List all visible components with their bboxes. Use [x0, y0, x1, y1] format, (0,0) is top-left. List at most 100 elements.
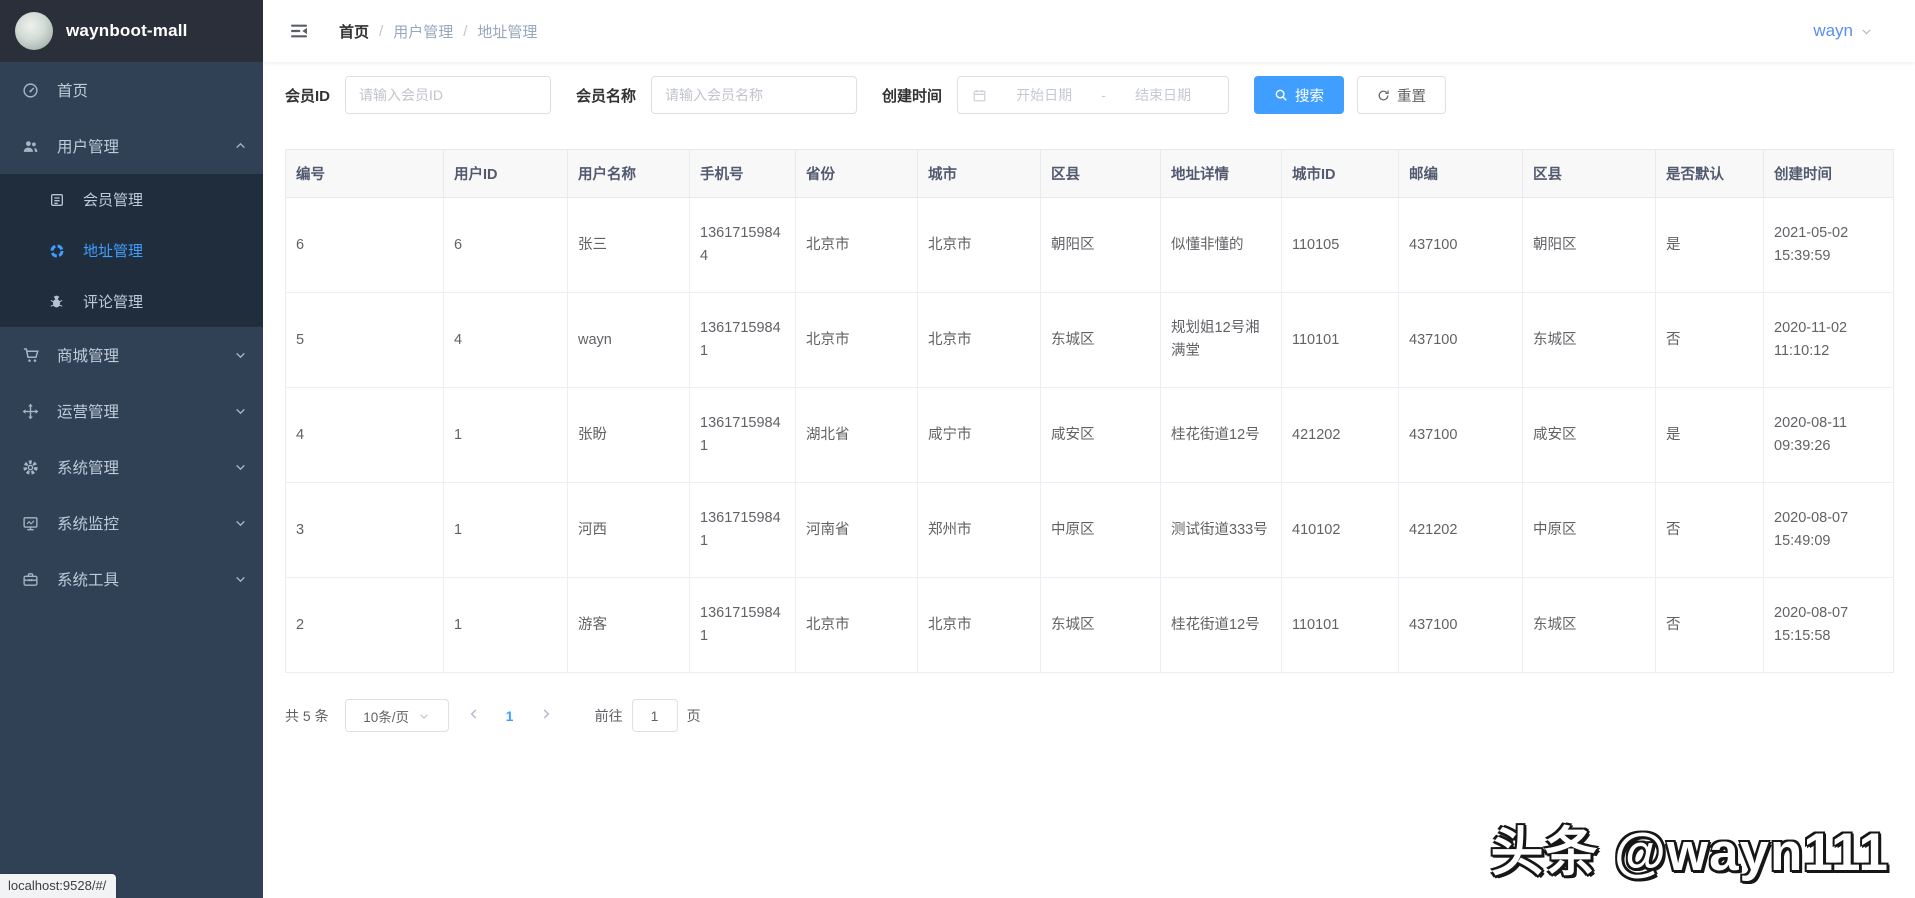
cell-is-default: 否	[1655, 482, 1764, 578]
cell-phone: 13617159841	[689, 292, 796, 388]
address-table-container: 编号 用户ID 用户名称 手机号 省份 城市 区县 地址详情 城市ID 邮编 区县 是否默认 创建时间 6…	[285, 149, 1894, 673]
page-size-select[interactable]: 10条/页	[344, 699, 449, 732]
column-header-is-default: 是否默认	[1655, 149, 1764, 198]
chevron-down-icon	[1860, 25, 1873, 38]
cell-no: 5	[285, 292, 444, 388]
cell-phone: 13617159844	[689, 197, 796, 293]
cell-user-name: 张盼	[567, 387, 690, 483]
cell-district: 东城区	[1040, 292, 1161, 388]
cell-is-default: 否	[1655, 292, 1764, 388]
breadcrumb-level2: 地址管理	[477, 23, 538, 41]
column-header-address-detail: 地址详情	[1160, 149, 1282, 198]
cell-city-id: 110105	[1281, 197, 1399, 293]
cell-user-name: wayn	[567, 292, 690, 388]
breadcrumb-separator: /	[379, 22, 384, 40]
watermark: 头条 @wayn111	[1490, 823, 1889, 882]
member-id-input[interactable]	[345, 76, 552, 114]
cell-province: 北京市	[795, 197, 918, 293]
chevron-down-icon	[234, 517, 247, 530]
table-row: 4 1 张盼 13617159841 湖北省 咸宁市 咸安区 桂花街道12号 421202 437…	[285, 387, 1894, 483]
submenu-user-mgmt: 会员管理地址管理评论管理	[0, 174, 263, 327]
table-row: 3 1 河西 13617159841 河南省 郑州市 中原区 测试街道333号 410102 42…	[285, 482, 1894, 578]
cell-user-id: 1	[443, 387, 568, 483]
reset-button-label: 重置	[1397, 88, 1427, 105]
pagination-total: 共 5 条	[285, 707, 329, 724]
cell-user-name: 张三	[567, 197, 690, 293]
breadcrumb-home[interactable]: 首页	[339, 21, 369, 42]
cell-district-2: 朝阳区	[1522, 197, 1656, 293]
page-number-1[interactable]: 1	[499, 708, 521, 724]
cell-created-at: 2020-08-11 09:39:26	[1763, 387, 1894, 483]
user-dropdown[interactable]: wayn	[1813, 0, 1873, 62]
search-button[interactable]: 搜索	[1254, 76, 1345, 114]
column-header-city-id: 城市ID	[1281, 149, 1399, 198]
end-date-placeholder: 结束日期	[1134, 87, 1191, 103]
sidebar-item-system-mgmt[interactable]: 系统管理	[0, 439, 263, 495]
component-icon	[47, 241, 66, 260]
cell-province: 北京市	[795, 292, 918, 388]
reset-button[interactable]: 重置	[1357, 76, 1447, 114]
sidebar-item-system-monitor[interactable]: 系统监控	[0, 495, 263, 551]
sidebar-item-home[interactable]: 首页	[0, 62, 263, 118]
move-icon	[21, 402, 40, 421]
column-header-created-at: 创建时间	[1763, 149, 1894, 198]
hamburger-icon[interactable]	[279, 15, 319, 47]
dashboard-icon	[21, 81, 40, 100]
sidebar-item-label: 商城管理	[57, 348, 120, 365]
cell-user-name: 游客	[567, 577, 690, 673]
cell-user-id: 1	[443, 577, 568, 673]
cell-city: 北京市	[917, 292, 1041, 388]
cell-district: 东城区	[1040, 577, 1161, 673]
sidebar-item-label: 系统监控	[57, 516, 120, 533]
cell-district: 朝阳区	[1040, 197, 1161, 293]
sidebar-item-member-mgmt[interactable]: 会员管理	[0, 174, 263, 225]
goto-page-input[interactable]	[631, 699, 678, 732]
cell-created-at: 2020-11-02 11:10:12	[1763, 292, 1894, 388]
sidebar-item-user-mgmt[interactable]: 用户管理	[0, 118, 263, 174]
cell-city: 郑州市	[917, 482, 1041, 578]
table-row: 5 4 wayn 13617159841 北京市 北京市 东城区 规划姐12号湘满堂 11010…	[285, 292, 1894, 388]
cell-is-default: 是	[1655, 387, 1764, 483]
date-range-picker[interactable]: 开始日期 - 结束日期	[957, 76, 1230, 114]
table-row: 6 6 张三 13617159844 北京市 北京市 朝阳区 似懂非懂的 110105 43710…	[285, 197, 1894, 293]
sidebar-item-address-mgmt[interactable]: 地址管理	[0, 225, 263, 276]
sidebar: waynboot-mall 首页用户管理 会员管理地址管理评论管理商城管理运营管理…	[0, 0, 263, 898]
sidebar-item-mall-mgmt[interactable]: 商城管理	[0, 327, 263, 383]
breadcrumb-level1: 用户管理	[393, 23, 454, 41]
cell-is-default: 是	[1655, 197, 1764, 293]
member-name-input[interactable]	[651, 76, 858, 114]
main-area: 首页 / 用户管理 / 地址管理 wayn 会员ID 会员名称 创建时间	[263, 0, 1915, 898]
cell-address-detail: 似懂非懂的	[1160, 197, 1282, 293]
cell-city-id: 110101	[1281, 577, 1399, 673]
chevron-down-icon	[234, 349, 247, 362]
app-title: waynboot-mall	[66, 21, 188, 40]
cell-city: 北京市	[917, 577, 1041, 673]
sidebar-item-label: 运营管理	[57, 404, 120, 421]
prev-page-button[interactable]	[465, 705, 483, 726]
sidebar-item-comment-mgmt[interactable]: 评论管理	[0, 276, 263, 327]
cell-postcode: 437100	[1398, 197, 1523, 293]
search-icon	[1274, 88, 1288, 102]
chevron-left-icon	[467, 707, 481, 724]
next-page-button[interactable]	[537, 705, 555, 726]
sidebar-item-system-tools[interactable]: 系统工具	[0, 551, 263, 607]
username: wayn	[1813, 21, 1853, 40]
column-header-phone: 手机号	[689, 149, 796, 198]
cell-city-id: 110101	[1281, 292, 1399, 388]
chevron-down-icon	[418, 710, 430, 722]
chevron-down-icon	[234, 461, 247, 474]
chevron-down-icon	[234, 573, 247, 586]
column-header-postcode: 邮编	[1398, 149, 1523, 198]
sidebar-item-label: 首页	[57, 83, 89, 100]
start-date-placeholder: 开始日期	[1016, 87, 1073, 103]
sidebar-menu: 首页用户管理 会员管理地址管理评论管理商城管理运营管理系统管理系统监控系统工具	[0, 62, 263, 607]
sidebar-item-operations-mgmt[interactable]: 运营管理	[0, 383, 263, 439]
goto-page: 前往 页	[595, 699, 701, 732]
cell-phone: 13617159841	[689, 482, 796, 578]
sidebar-item-label: 地址管理	[83, 243, 144, 260]
column-header-district: 区县	[1040, 149, 1161, 198]
cell-address-detail: 测试街道333号	[1160, 482, 1282, 578]
cell-phone: 13617159841	[689, 387, 796, 483]
gear-icon	[21, 458, 40, 477]
app-logo[interactable]: waynboot-mall	[0, 0, 263, 62]
